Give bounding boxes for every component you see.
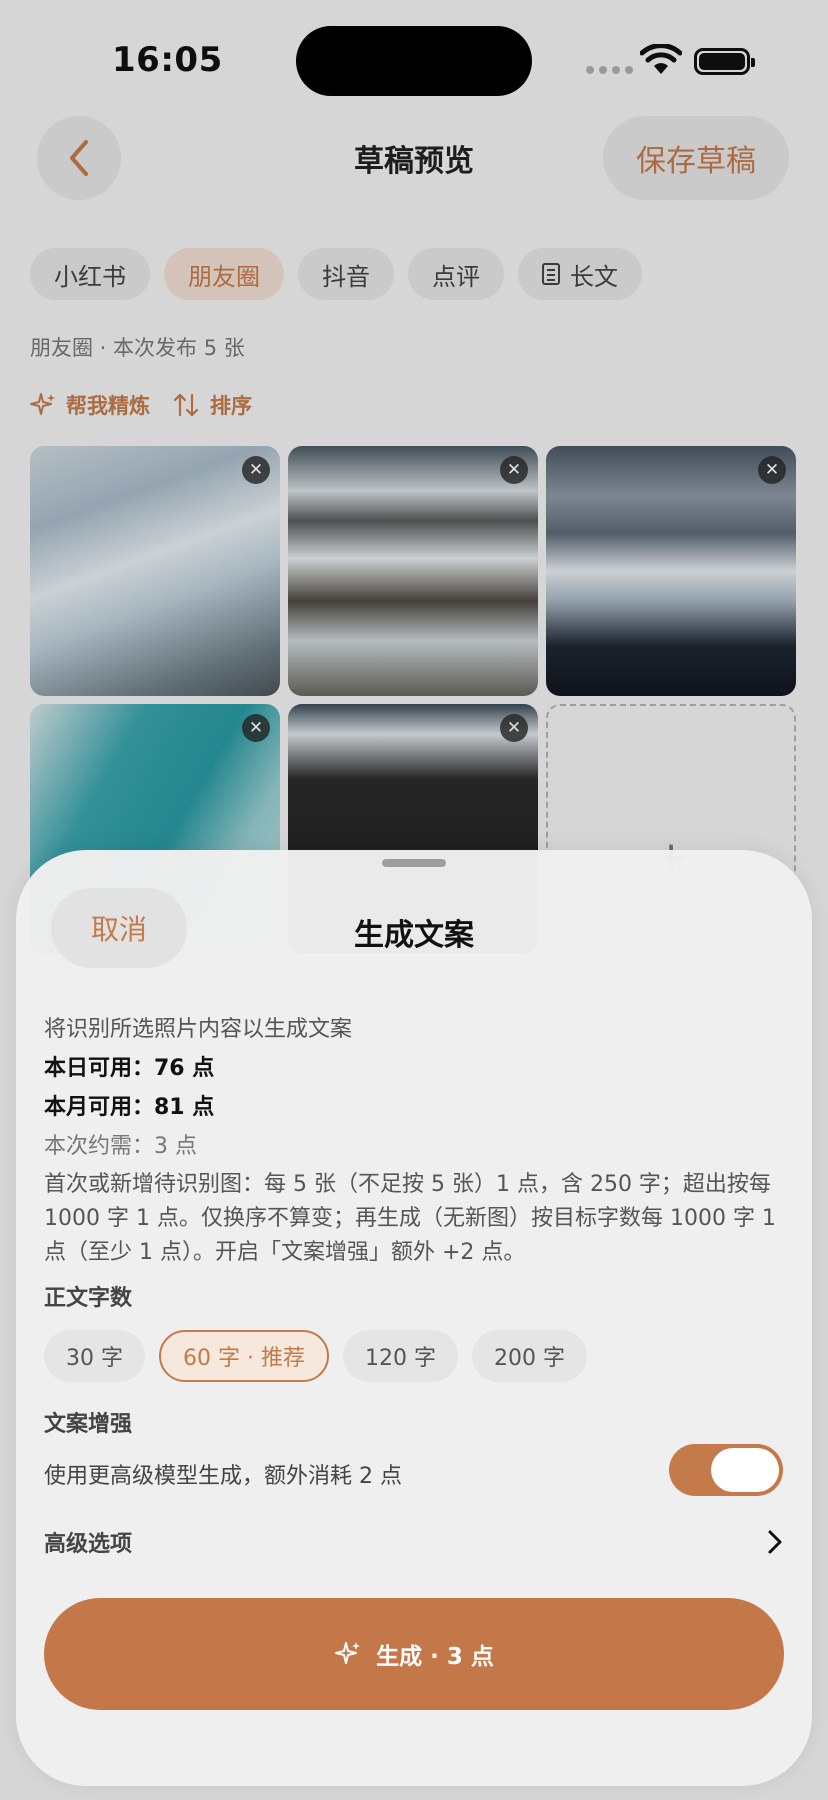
daily-points: 本日可用：76 点 [44, 1056, 215, 1081]
sheet-title: 生成文案 [354, 918, 474, 953]
word-count-label: 正文字数 [44, 1286, 133, 1311]
word-count-option[interactable]: 60 字 · 推荐 [159, 1330, 329, 1382]
sheet-grabber[interactable] [382, 859, 446, 867]
word-count-options: 30 字 60 字 · 推荐 120 字 200 字 [44, 1330, 587, 1382]
word-count-option[interactable]: 30 字 [44, 1330, 145, 1382]
advanced-options-row[interactable]: 高级选项 [44, 1526, 784, 1558]
pricing-rules: 首次或新增待识别图：每 5 张（不足按 5 张）1 点，含 250 字；超出按每… [44, 1172, 776, 1265]
toggle-knob [711, 1448, 779, 1492]
generate-button[interactable]: 生成 · 3 点 [44, 1598, 784, 1710]
monthly-points: 本月可用：81 点 [44, 1095, 215, 1120]
word-count-option[interactable]: 120 字 [342, 1330, 458, 1382]
intro-text: 将识别所选照片内容以生成文案 [44, 1017, 353, 1042]
enhance-description: 使用更高级模型生成，额外消耗 2 点 [44, 1464, 402, 1489]
enhance-label: 文案增强 [44, 1412, 133, 1437]
cost-estimate: 本次约需：3 点 [44, 1134, 197, 1159]
enhance-toggle[interactable] [669, 1444, 783, 1496]
points-info: 将识别所选照片内容以生成文案 本日可用：76 点 本月可用：81 点 本次约需：… [44, 1010, 784, 1270]
chevron-right-icon [768, 1530, 782, 1554]
advanced-options-label: 高级选项 [44, 1532, 133, 1557]
draft-preview-screen: 16:05 草稿预览 保存草稿 小红书 朋友圈 抖音 点评 长文 朋友圈 · 本… [0, 0, 828, 1800]
generate-copy-sheet: 取消 生成文案 将识别所选照片内容以生成文案 本日可用：76 点 本月可用：81… [16, 850, 812, 1786]
generate-label: 生成 · 3 点 [376, 1644, 494, 1670]
sparkle-icon [335, 1642, 361, 1664]
word-count-option[interactable]: 200 字 [471, 1330, 587, 1382]
